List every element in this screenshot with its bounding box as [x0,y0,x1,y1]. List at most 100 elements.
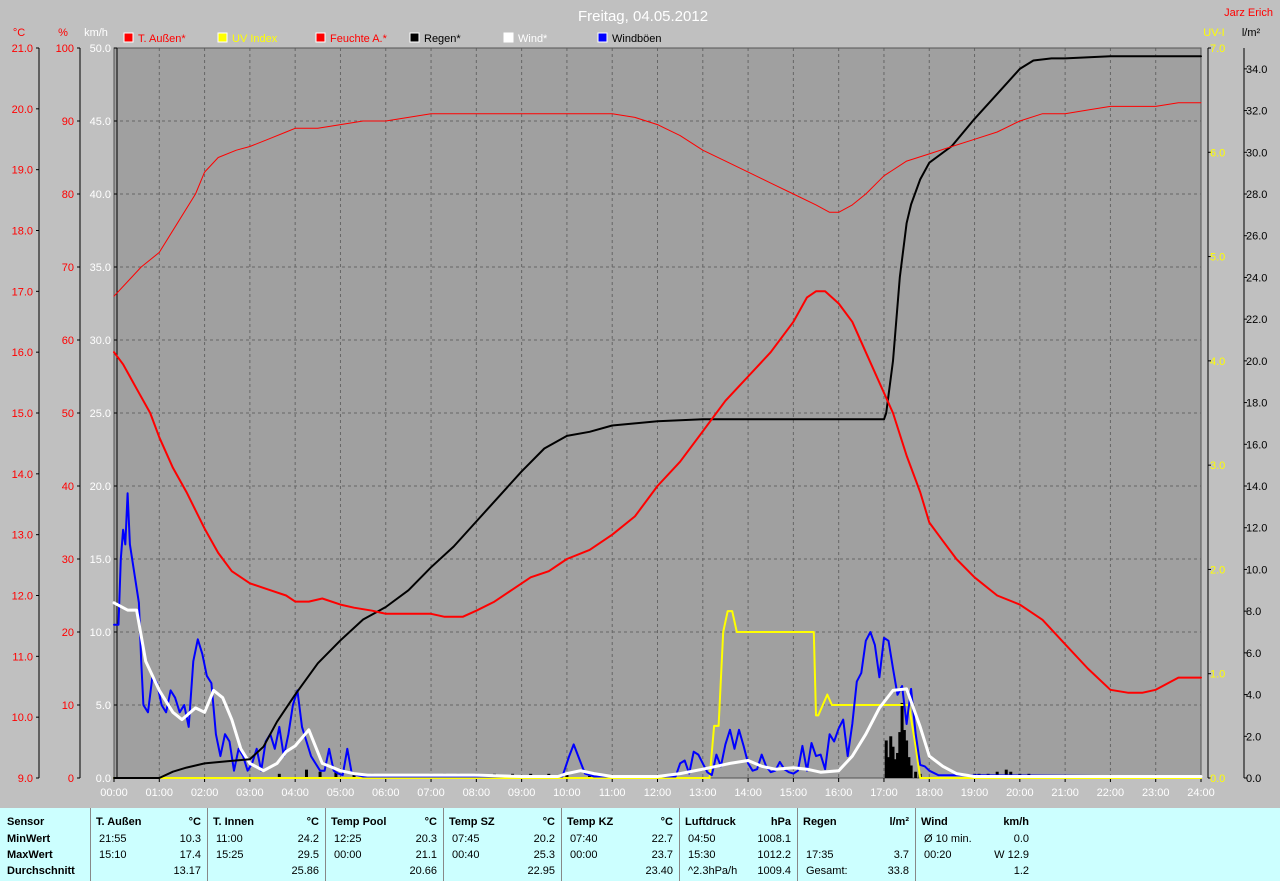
stats-group-name: Luftdruck [685,816,736,828]
x-tick-label: 23:00 [1142,787,1170,799]
temp-tick-label: 21.0 [12,43,33,55]
temp-tick-label: 12.0 [12,591,33,603]
humidity-tick-label: 70 [62,262,74,274]
wind-unit-label: km/h [84,27,108,39]
stats-time: 21:55 [99,833,127,845]
rain-tick-label: 10.0 [1246,564,1267,576]
stats-time: 00:40 [452,849,480,861]
wind-tick-label: 40.0 [90,189,111,201]
stats-time: 00:20 [924,849,952,861]
stats-value: 10.3 [179,833,201,845]
x-tick-label: 20:00 [1006,787,1034,799]
temp-unit-label: °C [13,27,25,39]
humidity-tick-label: 80 [62,189,74,201]
temp-tick-label: 9.0 [18,773,33,785]
wind-tick-label: 15.0 [90,554,111,566]
stats-column: Temp Pool °C 12:25 20.3 00:00 21.1 20.66 [325,808,443,881]
stats-group-unit: km/h [1003,816,1029,828]
temp-tick-label: 10.0 [12,712,33,724]
stats-time: 07:45 [452,833,480,845]
uv-tick-label: 7.0 [1210,43,1225,55]
rain-tick-label: 32.0 [1246,106,1267,118]
rain-tick-label: 16.0 [1246,439,1267,451]
x-tick-label: 11:00 [599,787,626,799]
stats-row-label: Durchschnitt [7,865,75,877]
rain-bar [909,765,913,778]
rain-tick-label: 4.0 [1246,690,1261,702]
rain-tick-label: 6.0 [1246,648,1261,660]
stats-value: 21.1 [415,849,437,861]
stats-value: W 12.9 [994,849,1029,861]
stats-group-unit: °C [306,816,319,828]
rain-tick-label: 8.0 [1246,606,1261,618]
wind-tick-label: 30.0 [90,335,111,347]
x-tick-label: 21:00 [1051,787,1079,799]
humidity-tick-label: 10 [62,700,74,712]
x-tick-label: 14:00 [734,787,762,799]
stats-time: Gesamt: [806,865,848,877]
x-tick-label: 24:00 [1187,787,1215,799]
legend-swatch [217,32,228,43]
temp-tick-label: 15.0 [12,408,33,420]
wind-tick-label: 10.0 [90,627,111,639]
legend-swatch [597,32,608,43]
stats-column: Temp KZ °C 07:40 22.7 00:00 23.7 23.40 [561,808,679,881]
humidity-tick-label: 30 [62,554,74,566]
stats-column: Regen l/m² 17:35 3.7 Gesamt: 33.8 [797,808,915,881]
x-tick-label: 19:00 [961,787,989,799]
legend-label: Wind* [518,33,548,45]
stats-value: 20.3 [415,833,437,845]
stats-group-name: Wind [921,816,948,828]
rain-tick-label: 24.0 [1246,272,1267,284]
x-tick-label: 02:00 [191,787,219,799]
rain-tick-label: 12.0 [1246,523,1267,535]
rain-tick-label: 18.0 [1246,398,1267,410]
stats-time: 15:10 [99,849,127,861]
stats-value: 0.0 [1013,833,1029,845]
stats-value: 1.2 [1013,865,1029,877]
humidity-tick-label: 100 [56,43,74,55]
legend-swatch [315,32,326,43]
humidity-tick-label: 20 [62,627,74,639]
rain-tick-label: 26.0 [1246,231,1267,243]
stats-column-sensor: Sensor MinWert MaxWert Durchschnitt [0,808,90,881]
stats-value: 20.66 [409,865,437,877]
rain-tick-label: 28.0 [1246,189,1267,201]
stats-value: 1009.4 [757,865,791,877]
stats-group-name: Regen [803,816,837,828]
humidity-tick-label: 90 [62,116,74,128]
x-tick-label: 17:00 [870,787,898,799]
x-tick-label: 22:00 [1097,787,1125,799]
stats-value: 22.95 [527,865,555,877]
stats-header-sensor: Sensor [7,816,45,828]
x-tick-label: 04:00 [281,787,309,799]
stats-column: Luftdruck hPa 04:50 1008.1 15:30 1012.2 ^2.3hP… [679,808,797,881]
x-tick-label: 01:00 [146,787,174,799]
stats-time: 07:40 [570,833,598,845]
stats-value: 1008.1 [757,833,791,845]
temp-tick-label: 14.0 [12,469,33,481]
x-tick-label: 05:00 [327,787,355,799]
rain-tick-label: 22.0 [1246,314,1267,326]
uv-tick-label: 1.0 [1210,669,1225,681]
humidity-tick-label: 50 [62,408,74,420]
x-tick-label: 15:00 [780,787,808,799]
x-tick-label: 18:00 [915,787,943,799]
stats-column: Wind km/h Ø 10 min. 0.0 00:20 W 12.9 1.2 [915,808,1035,881]
stats-group-unit: hPa [770,816,791,828]
wind-tick-label: 5.0 [96,700,111,712]
stats-value: 3.7 [893,849,909,861]
wind-tick-label: 45.0 [90,116,111,128]
stats-value: 13.17 [173,865,201,877]
legend-swatch [503,32,514,43]
legend-label: Windböen [612,33,662,45]
wind-tick-label: 0.0 [96,773,111,785]
stats-time: 15:30 [688,849,716,861]
stats-column: Temp SZ °C 07:45 20.2 00:40 25.3 22.95 [443,808,561,881]
stats-group-unit: °C [542,816,555,828]
stats-group-name: Temp Pool [331,816,387,828]
rain-tick-label: 30.0 [1246,147,1267,159]
stats-column: T. Innen °C 11:00 24.2 15:25 29.5 25.86 [207,808,325,881]
rain-unit-label: l/m² [1242,27,1261,39]
stats-time: Ø 10 min. [924,833,972,845]
